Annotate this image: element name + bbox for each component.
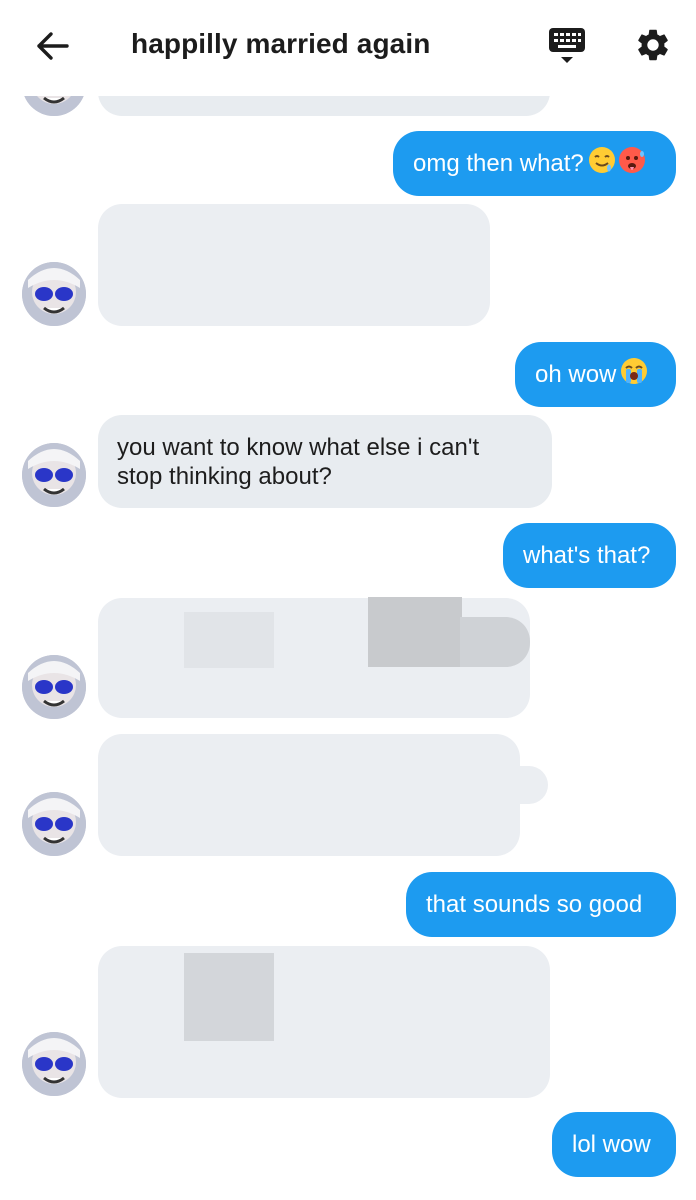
avatar[interactable] (22, 262, 86, 326)
message-bubble-incoming (98, 204, 490, 326)
message-text: omg then what? (413, 150, 584, 177)
keyboard-button[interactable] (544, 24, 590, 70)
message-bubble-outgoing: oh wow (515, 342, 676, 407)
message-bubble-incoming (98, 946, 550, 1098)
chat-thread[interactable]: omg then what? oh wow you want to know w… (0, 0, 696, 1200)
censored-image (368, 597, 462, 667)
message-text: that sounds so good (426, 891, 643, 918)
message-bubble-outgoing: what's that? (503, 523, 676, 588)
hot-face-icon (618, 146, 646, 181)
back-button[interactable] (30, 26, 74, 70)
message-bubble-outgoing: omg then what? (393, 131, 676, 196)
conversation-header: happilly married again (0, 0, 696, 96)
message-text-line: stop thinking about? (117, 463, 332, 490)
censored-image (460, 617, 530, 667)
keyboard-icon (547, 24, 587, 71)
arrow-left-icon (35, 31, 69, 66)
censored-image (184, 953, 274, 1041)
gear-icon (634, 26, 672, 69)
message-bubble-incoming (98, 734, 520, 856)
drooling-face-icon (588, 146, 616, 181)
message-bubble-incoming: you want to know what else i can't stop … (98, 415, 552, 508)
message-bubble-outgoing: lol wow (552, 1112, 676, 1177)
avatar[interactable] (22, 655, 86, 719)
avatar[interactable] (22, 1032, 86, 1096)
loudly-crying-face-icon (620, 357, 648, 392)
message-text: lol wow (572, 1131, 651, 1158)
avatar[interactable] (22, 443, 86, 507)
settings-button[interactable] (630, 24, 676, 70)
message-bubble-outgoing: that sounds so good (406, 872, 676, 937)
censored-area (500, 766, 548, 804)
message-text-line: you want to know what else i can't (117, 434, 480, 461)
censored-image (184, 612, 274, 668)
avatar[interactable] (22, 792, 86, 856)
conversation-title: happilly married again (131, 28, 431, 59)
message-text: oh wow (535, 361, 617, 388)
message-text: what's that? (523, 542, 651, 569)
